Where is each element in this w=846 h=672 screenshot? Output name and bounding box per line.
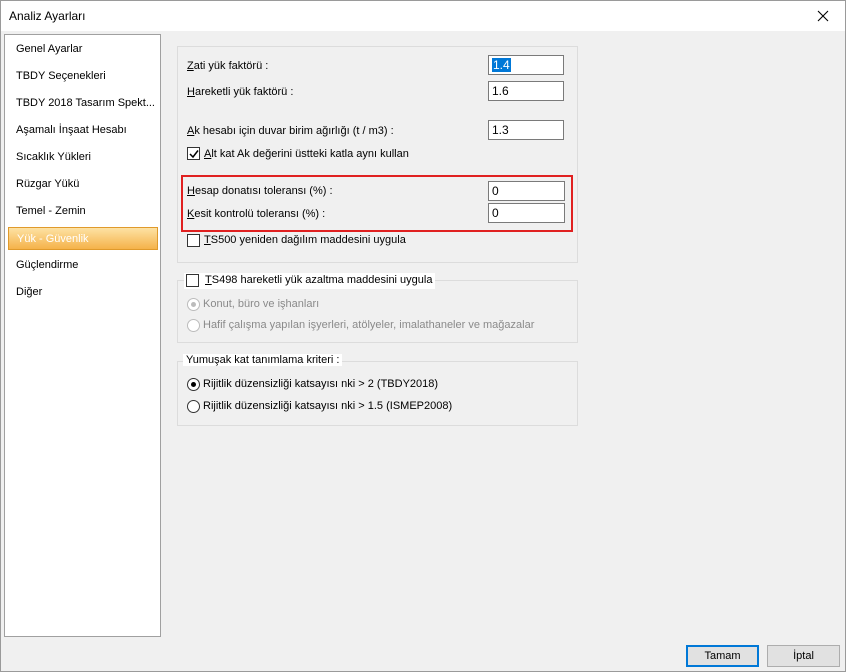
light-work-radio[interactable]: [187, 319, 200, 332]
sidebar-item-load-safety[interactable]: Yük - Güvenlik: [8, 227, 158, 250]
rebar-tolerance-label: Hesap donatısı toleransı (%) :: [187, 185, 333, 197]
settings-category-list[interactable]: Genel Ayarlar TBDY Seçenekleri TBDY 2018…: [4, 34, 161, 637]
light-work-label: Hafif çalışma yapılan işyerleri, atölyel…: [203, 319, 535, 331]
sidebar-item-tbdy-options[interactable]: TBDY Seçenekleri: [8, 65, 158, 88]
ts500-label[interactable]: TS500 yeniden dağılım maddesini uygula: [204, 234, 406, 246]
analysis-settings-dialog: Analiz Ayarları Genel Ayarlar TBDY Seçen…: [0, 0, 846, 672]
checkmark-icon: [189, 150, 199, 159]
sidebar-item-other[interactable]: Diğer: [8, 281, 158, 304]
soft-story-tbdy-radio[interactable]: [187, 378, 200, 391]
soft-story-group: [177, 361, 578, 426]
sidebar-item-tbdy-spectrum[interactable]: TBDY 2018 Tasarım Spekt...: [8, 92, 158, 115]
close-icon: [817, 10, 829, 22]
sidebar-item-foundation-soil[interactable]: Temel - Zemin: [8, 200, 158, 223]
lower-floor-checkbox[interactable]: [187, 147, 200, 160]
sidebar-item-staged-construction[interactable]: Aşamalı İnşaat Hesabı: [8, 119, 158, 142]
residential-radio[interactable]: [187, 298, 200, 311]
title-bar: Analiz Ayarları: [1, 1, 845, 31]
lower-floor-label[interactable]: Alt kat Ak değerini üstteki katla aynı k…: [204, 148, 409, 160]
wall-unit-weight-input[interactable]: 1.3: [488, 120, 564, 140]
wall-unit-weight-label: Ak hesabı için duvar birim ağırlığı (t /…: [187, 125, 394, 137]
window-title: Analiz Ayarları: [9, 9, 86, 23]
soft-story-title: Yumuşak kat tanımlama kriteri :: [183, 354, 343, 366]
ts500-checkbox[interactable]: [187, 234, 200, 247]
sidebar-item-wind-load[interactable]: Rüzgar Yükü: [8, 173, 158, 196]
soft-story-tbdy-label[interactable]: Rijitlik düzensizliği katsayısı nki > 2 …: [203, 378, 438, 390]
sidebar-item-temperature-loads[interactable]: Sıcaklık Yükleri: [8, 146, 158, 169]
section-tolerance-input[interactable]: 0: [488, 203, 565, 223]
dead-load-factor-label: Zati yük faktörü :: [187, 60, 269, 72]
ts498-group: [177, 280, 578, 343]
sidebar-item-strengthening[interactable]: Güçlendirme: [8, 254, 158, 277]
section-tolerance-label: Kesit kontrolü toleransı (%) :: [187, 208, 326, 220]
live-load-factor-input[interactable]: 1.6: [488, 81, 564, 101]
dead-load-factor-input[interactable]: 1.4: [488, 55, 564, 75]
ok-button[interactable]: Tamam: [686, 645, 759, 667]
cancel-button[interactable]: İptal: [767, 645, 840, 667]
sidebar-item-general[interactable]: Genel Ayarlar: [8, 38, 158, 61]
soft-story-ismep-label[interactable]: Rijitlik düzensizliği katsayısı nki > 1.…: [203, 400, 452, 412]
rebar-tolerance-input[interactable]: 0: [488, 181, 565, 201]
close-button[interactable]: [801, 1, 845, 31]
ts498-checkbox[interactable]: [186, 274, 199, 287]
ts498-label[interactable]: TS498 hareketli yük azaltma maddesini uy…: [205, 274, 432, 286]
live-load-factor-label: Hareketli yük faktörü :: [187, 86, 294, 98]
ts498-legend: TS498 hareketli yük azaltma maddesini uy…: [184, 273, 436, 289]
soft-story-ismep-radio[interactable]: [187, 400, 200, 413]
residential-label: Konut, büro ve işhanları: [203, 298, 320, 310]
